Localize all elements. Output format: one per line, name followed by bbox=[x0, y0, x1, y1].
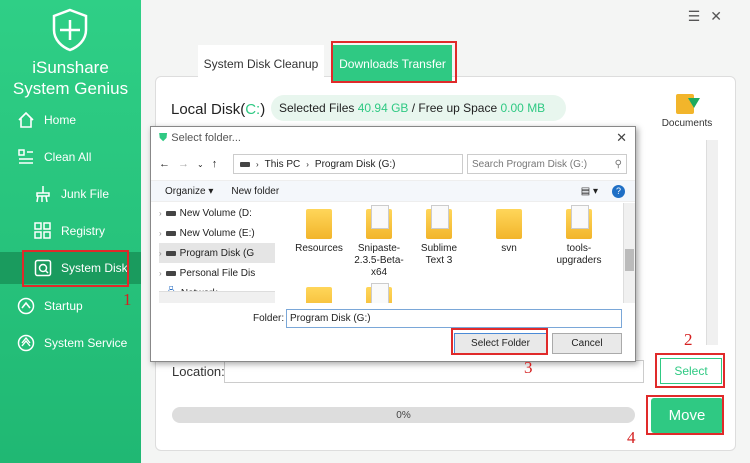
folder-icon bbox=[496, 209, 522, 239]
clean-icon bbox=[16, 147, 36, 167]
selected-files-summary: Selected Files 40.94 GB / Free up Space … bbox=[271, 95, 566, 121]
sidebar-item-label: Startup bbox=[44, 299, 83, 313]
folder-label: Folder: bbox=[253, 313, 285, 324]
breadcrumb-program-disk[interactable]: Program Disk (G:) bbox=[315, 159, 396, 170]
new-folder-button[interactable]: New folder bbox=[231, 186, 279, 197]
folder-item[interactable] bbox=[291, 287, 347, 303]
folder-item[interactable]: Sublime Text 3 bbox=[411, 205, 467, 267]
folder-input[interactable]: Program Disk (G:) bbox=[286, 309, 622, 328]
file-list-scrollbar[interactable] bbox=[623, 203, 635, 303]
folder-icon bbox=[306, 287, 332, 303]
folder-icon bbox=[306, 209, 332, 239]
back-arrow-icon[interactable]: ← bbox=[159, 158, 170, 170]
broom-icon bbox=[33, 184, 53, 204]
brand-subtitle: System Genius bbox=[12, 79, 129, 98]
sidebar-item-startup[interactable]: Startup bbox=[0, 290, 141, 322]
folder-icon bbox=[566, 205, 592, 239]
close-icon[interactable]: ✕ bbox=[616, 130, 627, 146]
cancel-button[interactable]: Cancel bbox=[552, 333, 622, 354]
sidebar-item-registry[interactable]: Registry bbox=[0, 215, 141, 247]
sidebar: iSunshare System Genius Home Clean All J… bbox=[0, 0, 141, 463]
dialog-toolbar: Organize ▾ New folder ▤ ▾ ? bbox=[151, 180, 635, 202]
sidebar-item-label: Registry bbox=[61, 224, 106, 238]
folder-item[interactable]: Snipaste-2.3.5-Beta-x64 bbox=[351, 205, 407, 279]
tree-scrollbar[interactable] bbox=[159, 291, 275, 303]
registry-icon bbox=[33, 221, 53, 241]
chevron-down-icon[interactable]: ⌄ bbox=[197, 160, 204, 169]
folder-item[interactable]: Resources bbox=[291, 209, 347, 255]
tree-item[interactable]: › Personal File Dis bbox=[159, 263, 275, 283]
folder-item[interactable] bbox=[351, 283, 407, 303]
location-label: Location: bbox=[172, 364, 225, 379]
highlight-move-button bbox=[646, 395, 724, 435]
up-arrow-icon[interactable]: ↑ bbox=[212, 158, 218, 170]
forward-arrow-icon[interactable]: → bbox=[178, 158, 189, 170]
list-scrollbar[interactable] bbox=[706, 140, 718, 345]
folder-icon bbox=[366, 205, 392, 239]
disk-title: Local Disk(C:) bbox=[171, 101, 266, 118]
folder-icon bbox=[426, 205, 452, 239]
menu-icon[interactable]: ☰ bbox=[688, 8, 711, 24]
drive-icon bbox=[240, 161, 250, 167]
documents-folder[interactable]: Documents bbox=[657, 92, 717, 129]
folder-icon bbox=[366, 283, 392, 303]
highlight-downloads-tab bbox=[331, 41, 457, 83]
select-folder-dialog: ⛊ Select folder... ✕ ← → ⌄ ↑ › This PC ›… bbox=[150, 126, 636, 362]
step-number-1: 1 bbox=[123, 290, 132, 309]
sidebar-item-junk-file[interactable]: Junk File bbox=[0, 178, 141, 210]
organize-menu[interactable]: Organize ▾ bbox=[165, 186, 213, 197]
location-input[interactable] bbox=[224, 360, 644, 383]
window-controls: ☰✕ bbox=[688, 8, 732, 25]
search-input[interactable]: Search Program Disk (G:) ⚲ bbox=[467, 154, 627, 174]
sidebar-item-label: Clean All bbox=[44, 150, 92, 164]
sidebar-item-label: Home bbox=[44, 113, 77, 127]
home-icon bbox=[16, 110, 36, 130]
progress-bar: 0% bbox=[172, 407, 635, 423]
step-number-3: 3 bbox=[524, 358, 533, 377]
step-number-2: 2 bbox=[684, 330, 693, 349]
breadcrumb-this-pc[interactable]: This PC bbox=[265, 159, 301, 170]
sidebar-item-label: System Service bbox=[44, 336, 128, 350]
help-icon[interactable]: ? bbox=[612, 184, 625, 198]
address-bar[interactable]: › This PC › Program Disk (G:) bbox=[233, 154, 463, 174]
highlight-select-button bbox=[655, 353, 725, 388]
folder-download-icon bbox=[676, 92, 700, 114]
tab-system-disk-cleanup[interactable]: System Disk Cleanup bbox=[198, 45, 324, 83]
file-list: Resources Snipaste-2.3.5-Beta-x64 Sublim… bbox=[281, 203, 621, 303]
search-icon: ⚲ bbox=[614, 158, 622, 170]
scroll-thumb[interactable] bbox=[625, 249, 634, 271]
tree-item[interactable]: › New Volume (D: bbox=[159, 203, 275, 223]
sidebar-item-home[interactable]: Home bbox=[0, 104, 141, 136]
step-number-4: 4 bbox=[627, 428, 636, 447]
close-icon[interactable]: ✕ bbox=[710, 8, 732, 24]
dialog-titlebar: ⛊ Select folder... ✕ bbox=[151, 127, 635, 149]
highlight-select-folder-button bbox=[451, 328, 548, 355]
folder-tree: › New Volume (D: › New Volume (E:) › Progra… bbox=[159, 203, 275, 303]
sidebar-item-clean-all[interactable]: Clean All bbox=[0, 141, 141, 173]
service-icon bbox=[16, 333, 36, 353]
folder-item[interactable]: tools-upgraders bbox=[551, 205, 607, 267]
highlight-system-disk bbox=[22, 250, 129, 287]
folder-item[interactable]: svn bbox=[481, 209, 537, 255]
shield-icon: ⛊ bbox=[159, 131, 168, 144]
brand-name: iSunshare bbox=[32, 58, 109, 77]
tree-item-selected[interactable]: › Program Disk (G bbox=[159, 243, 275, 263]
dialog-title: Select folder... bbox=[171, 132, 241, 144]
tree-item[interactable]: › New Volume (E:) bbox=[159, 223, 275, 243]
shield-logo-icon bbox=[52, 8, 88, 52]
progress-text: 0% bbox=[396, 409, 411, 421]
sidebar-item-system-service[interactable]: System Service bbox=[0, 327, 141, 359]
sidebar-item-label: Junk File bbox=[61, 187, 110, 201]
startup-icon bbox=[16, 296, 36, 316]
view-icon[interactable]: ▤ ▾ bbox=[581, 186, 598, 197]
